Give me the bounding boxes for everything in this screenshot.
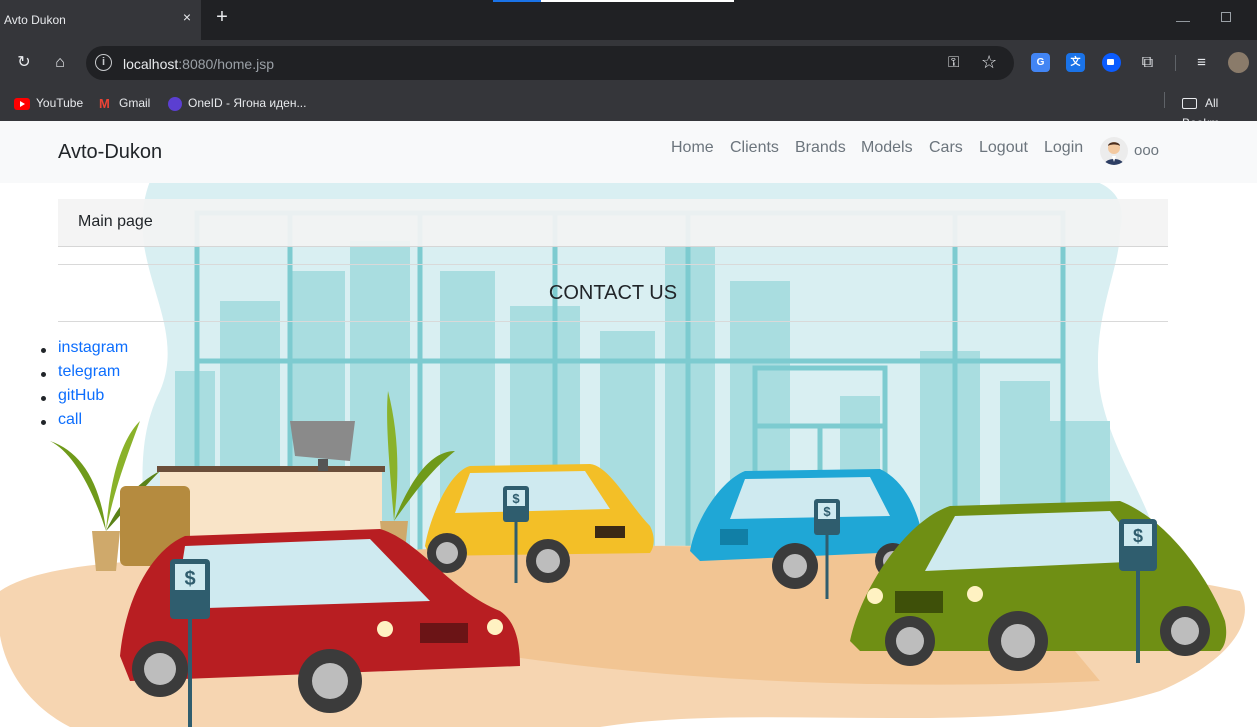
toolbar-divider [1175, 55, 1176, 71]
nav-username[interactable]: ooo [1134, 142, 1159, 159]
bookmark-star-icon[interactable]: ☆ [981, 52, 997, 73]
link-telegram[interactable]: telegram [40, 363, 128, 387]
site-brand[interactable]: Avto-Dukon [58, 141, 162, 164]
breadcrumb-label: Main page [78, 213, 153, 230]
bookmarks-bar: YouTube M Gmail OneID - Ягона иден... All… [0, 86, 1257, 130]
address-bar[interactable]: i localhost:8080/home.jsp ⚿ ☆ [86, 46, 1014, 80]
user-avatar-icon[interactable] [1100, 137, 1128, 165]
nav-login[interactable]: Login [1044, 139, 1083, 157]
home-icon[interactable]: ⌂ [51, 54, 69, 72]
gmail-icon: M [99, 95, 110, 111]
tab-title: Avto Dukon [4, 13, 66, 27]
restore-window-icon[interactable] [1221, 12, 1231, 22]
bookmark-oneid[interactable]: OneID - Ягона иден... [168, 93, 306, 113]
minimize-icon[interactable]: — [1176, 12, 1190, 28]
nav-logout[interactable]: Logout [979, 139, 1028, 157]
extensions-puzzle-icon[interactable]: ⧉ [1138, 53, 1157, 72]
browser-tab-active[interactable]: Avto Dukon × [0, 0, 201, 40]
profile-avatar-icon[interactable] [1228, 52, 1249, 73]
close-tab-icon[interactable]: × [180, 10, 194, 24]
link-github[interactable]: gitHub [40, 387, 128, 411]
link-instagram[interactable]: instagram [40, 339, 128, 363]
youtube-icon [14, 97, 30, 110]
translate-extension-icon[interactable]: 文 [1066, 53, 1085, 72]
bookmark-youtube[interactable]: YouTube [14, 93, 83, 113]
url-text[interactable]: localhost:8080/home.jsp [123, 56, 274, 72]
contact-heading: CONTACT US [548, 282, 678, 304]
bookmarks-divider [1164, 92, 1165, 108]
contact-links-list: instagram telegram gitHub call [40, 339, 128, 435]
all-bookmarks[interactable]: All Bookm [1182, 93, 1257, 130]
bookmark-gmail[interactable]: M Gmail [99, 93, 150, 113]
reload-icon[interactable]: ↻ [15, 54, 33, 72]
browser-toolbar: ↻ ⌂ i localhost:8080/home.jsp ⚿ ☆ G 文 ⧉ … [0, 40, 1257, 86]
site-navbar: Avto-Dukon Home Clients Brands Models Ca… [0, 121, 1257, 183]
price-sign-label: $ [823, 504, 831, 519]
breadcrumb: Main page [58, 199, 1168, 247]
nav-home[interactable]: Home [671, 139, 714, 157]
oneid-icon [168, 96, 182, 111]
nav-clients[interactable]: Clients [730, 139, 779, 157]
tab-drag-indicator-accent [493, 0, 541, 2]
divider [58, 264, 1168, 265]
password-key-icon[interactable]: ⚿ [948, 54, 959, 71]
folder-icon [1182, 98, 1197, 110]
zoom-extension-icon[interactable] [1102, 53, 1121, 72]
new-tab-icon[interactable]: + [214, 7, 230, 27]
nav-models[interactable]: Models [861, 139, 913, 157]
nav-brands[interactable]: Brands [795, 139, 846, 157]
price-sign-label: $ [512, 491, 520, 506]
link-call[interactable]: call [40, 411, 128, 435]
site-info-icon[interactable]: i [95, 54, 112, 71]
price-sign-label: $ [184, 568, 195, 590]
media-control-icon[interactable]: ≡ [1192, 53, 1211, 72]
nav-cars[interactable]: Cars [929, 139, 963, 157]
price-sign-label: $ [1133, 526, 1143, 546]
divider [58, 321, 1168, 322]
web-page: $ $ $ $ Avto-Dukon Home Clients Brands M… [0, 121, 1257, 727]
google-translate-extension-icon[interactable]: G [1031, 53, 1050, 72]
browser-tab-strip: Avto Dukon × + — [0, 0, 1257, 40]
